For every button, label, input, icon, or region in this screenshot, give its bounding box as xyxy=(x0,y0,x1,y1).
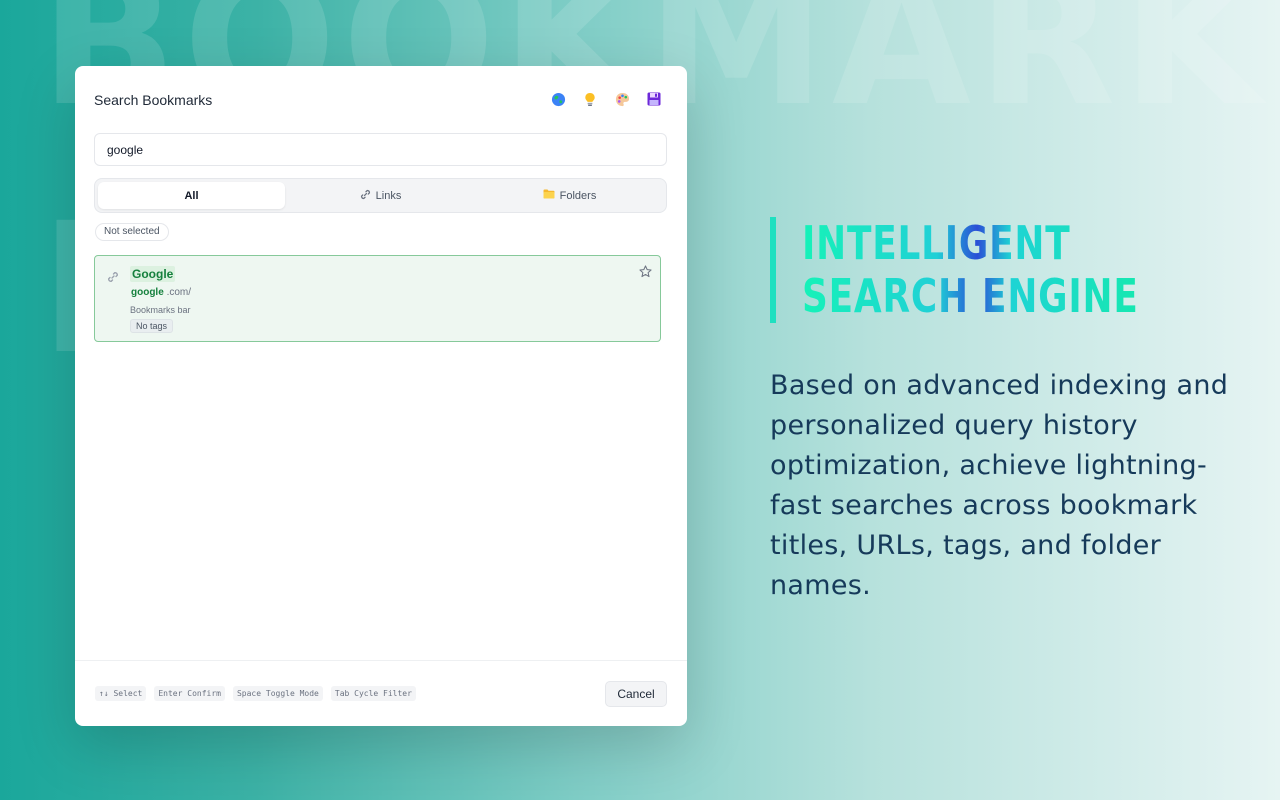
floppy-disk-icon[interactable] xyxy=(645,90,663,108)
result-url: google .com/ xyxy=(131,287,191,298)
result-folder: Bookmarks bar xyxy=(130,305,191,315)
tab-all-label: All xyxy=(184,189,199,202)
lightbulb-icon[interactable] xyxy=(581,90,599,108)
promo-heading: INTELLIGENT SEARCH ENGINE xyxy=(802,217,1234,323)
tab-folders[interactable]: Folders xyxy=(476,182,663,209)
shortcut-hint: Space Toggle Mode xyxy=(232,686,323,701)
promo-heading-line2: SEARCH ENGINE xyxy=(802,269,1139,323)
result-url-rest: .com/ xyxy=(166,287,192,298)
modal-title: Search Bookmarks xyxy=(94,92,213,108)
promo-heading-line1: INTELLIGENT xyxy=(802,217,1139,270)
cancel-button[interactable]: Cancel xyxy=(605,681,667,707)
result-title: Google xyxy=(130,266,176,282)
tab-links[interactable]: Links xyxy=(287,182,474,209)
tag-filter-chip[interactable]: Not selected xyxy=(95,223,169,241)
shortcut-hint: Tab Cycle Filter xyxy=(330,686,416,701)
tab-all[interactable]: All xyxy=(98,182,285,209)
tab-links-label: Links xyxy=(375,189,402,202)
modal-toolbar xyxy=(549,90,663,108)
shortcut-hint: ↑↓ Select xyxy=(95,686,147,701)
search-bookmarks-modal: Search Bookmarks google All Links Folder… xyxy=(75,66,687,726)
shortcut-hint: Enter Confirm xyxy=(154,686,225,701)
palette-icon[interactable] xyxy=(613,90,631,108)
list-item[interactable]: Google google .com/ Bookmarks bar No tag… xyxy=(94,255,661,342)
result-url-match: google xyxy=(131,287,164,298)
result-tag: No tags xyxy=(130,319,174,333)
keyboard-shortcuts: ↑↓ Select Enter Confirm Space Toggle Mod… xyxy=(95,686,416,701)
globe-icon[interactable] xyxy=(549,90,567,108)
promo-accent-bar xyxy=(770,217,776,323)
link-icon xyxy=(360,189,371,203)
filter-tabs: All Links Folders xyxy=(94,178,667,213)
star-icon[interactable] xyxy=(639,265,652,283)
footer-divider xyxy=(75,660,687,661)
link-icon xyxy=(107,270,119,288)
tab-folders-label: Folders xyxy=(559,189,597,202)
search-input[interactable] xyxy=(94,133,667,166)
folder-icon xyxy=(543,189,555,202)
promo-description: Based on advanced indexing and personali… xyxy=(770,370,1229,601)
